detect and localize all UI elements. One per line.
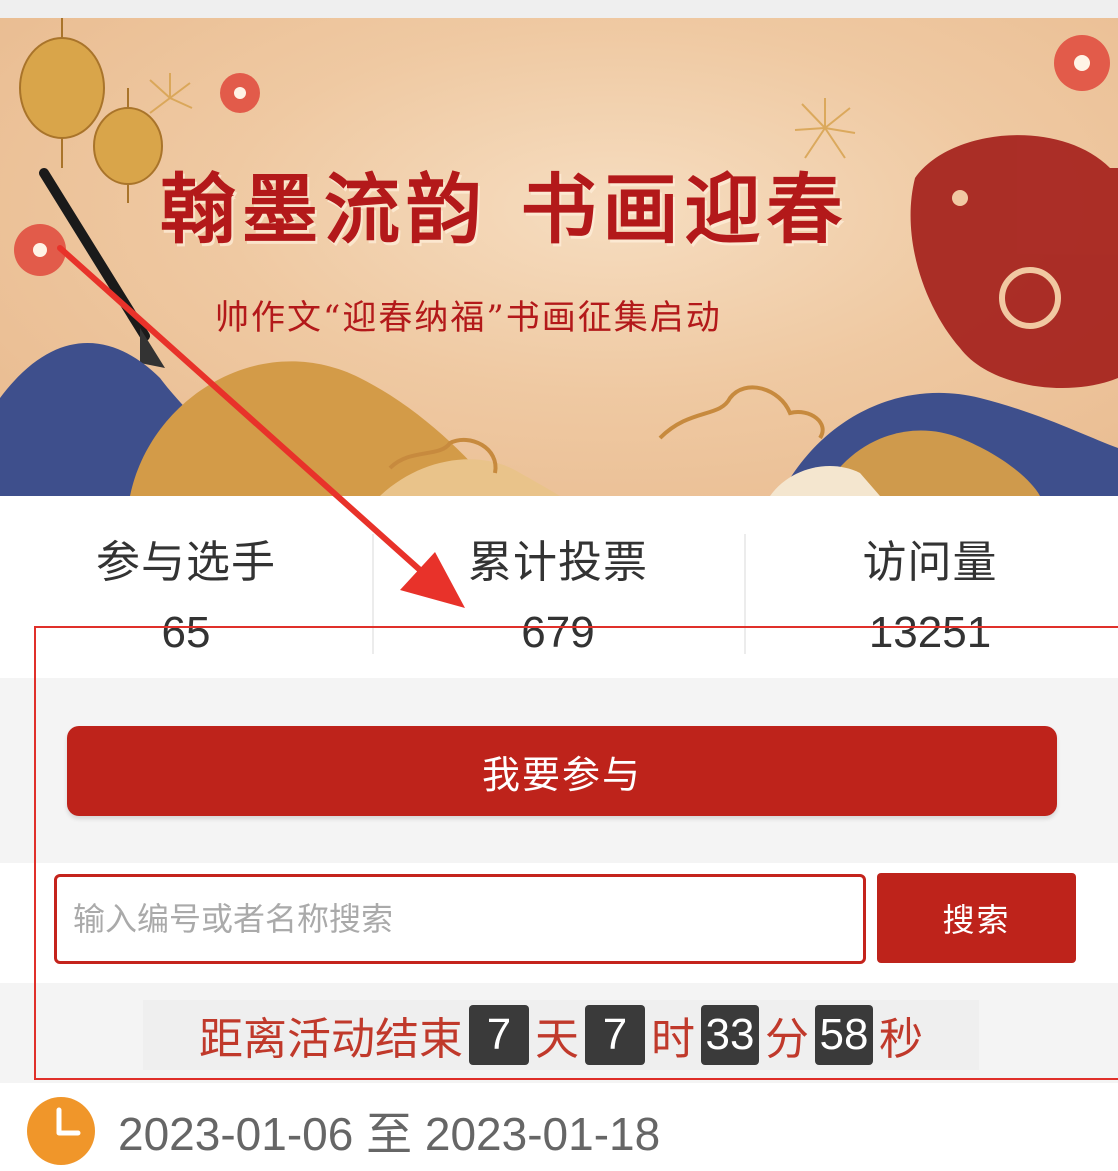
top-strip xyxy=(0,0,1118,18)
activity-date-range: 2023-01-06 至 2023-01-18 xyxy=(118,1098,660,1164)
countdown-days: 7 xyxy=(469,1005,529,1065)
countdown-prefix: 距离活动结束 xyxy=(199,1014,463,1065)
mountain-decoration xyxy=(0,343,1118,496)
rabbit-papercut-decoration xyxy=(910,135,1118,388)
countdown-seconds: 58 xyxy=(815,1005,873,1065)
join-button[interactable]: 我要参与 xyxy=(67,726,1057,816)
search-input[interactable] xyxy=(54,874,866,964)
banner-subtitle: 帅作文“迎春纳福”书画征集启动 xyxy=(215,298,722,338)
countdown-hours-unit: 时 xyxy=(651,1014,695,1065)
banner-title: 翰墨流韵 书画迎春 xyxy=(160,165,849,254)
search-button[interactable]: 搜索 xyxy=(877,873,1076,963)
stat-label: 参与选手 xyxy=(96,537,276,588)
stats-row: 参与选手 65 累计投票 679 访问量 13251 xyxy=(0,496,1118,678)
clock-icon xyxy=(26,1096,96,1166)
stat-participants: 参与选手 65 xyxy=(0,496,372,678)
activity-date-separator: 至 xyxy=(366,1108,413,1160)
countdown-minutes: 33 xyxy=(701,1005,759,1065)
countdown-days-unit: 天 xyxy=(535,1014,579,1065)
activity-period: 2023-01-06 至 2023-01-18 xyxy=(26,1094,660,1168)
countdown-minutes-unit: 分 xyxy=(765,1014,809,1065)
brush-decoration xyxy=(39,168,165,368)
countdown-hours: 7 xyxy=(585,1005,645,1065)
countdown-seconds-unit: 秒 xyxy=(879,1014,923,1065)
activity-start-date: 2023-01-06 xyxy=(118,1108,354,1160)
stat-value: 65 xyxy=(161,608,211,657)
activity-end-date: 2023-01-18 xyxy=(424,1108,661,1160)
stat-visits: 访问量 13251 xyxy=(744,496,1116,678)
stat-label: 累计投票 xyxy=(468,537,648,588)
banner: 翰墨流韵 书画迎春 帅作文“迎春纳福”书画征集启动 xyxy=(0,18,1118,496)
stat-total-votes: 累计投票 679 xyxy=(372,496,744,678)
stat-value: 679 xyxy=(521,608,595,657)
stat-label: 访问量 xyxy=(862,537,998,588)
stat-value: 13251 xyxy=(868,608,992,657)
countdown-timer: 距离活动结束 7 天 7 时 33 分 58 秒 xyxy=(143,1000,979,1070)
